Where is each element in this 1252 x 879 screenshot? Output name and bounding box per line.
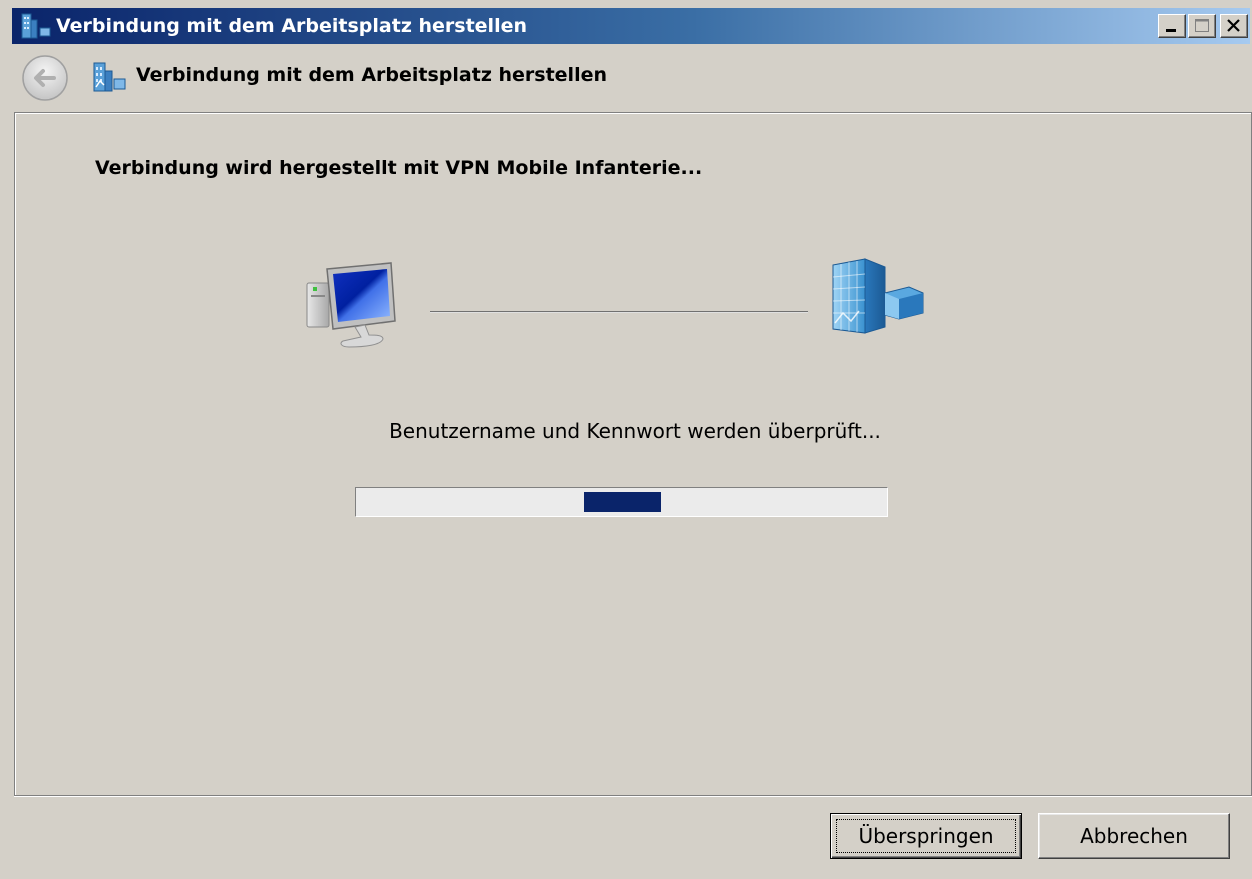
maximize-button[interactable] (1188, 14, 1216, 38)
close-icon (1227, 19, 1240, 32)
minimize-button[interactable] (1158, 14, 1186, 38)
workplace-connection-icon (21, 13, 51, 39)
wizard-title: Verbindung mit dem Arbeitsplatz herstell… (136, 64, 607, 86)
focus-rectangle (836, 819, 1016, 853)
status-heading: Verbindung wird hergestellt mit VPN Mobi… (95, 157, 703, 179)
connection-line (430, 311, 808, 313)
minimize-icon (1166, 29, 1176, 32)
office-building-icon (832, 258, 924, 334)
close-button[interactable] (1220, 14, 1248, 38)
computer-icon (306, 262, 396, 348)
back-arrow-icon[interactable] (20, 53, 70, 103)
workplace-connection-icon (93, 62, 126, 92)
content-panel: Verbindung wird hergestellt mit VPN Mobi… (14, 112, 1252, 796)
wizard-header: Verbindung mit dem Arbeitsplatz herstell… (12, 44, 1250, 112)
dialog-window: Verbindung mit dem Arbeitsplatz herstell… (0, 0, 1252, 879)
title-bar[interactable]: Verbindung mit dem Arbeitsplatz herstell… (12, 8, 1250, 44)
button-bar: Überspringen Abbrechen (12, 797, 1250, 877)
skip-button[interactable]: Überspringen (830, 813, 1022, 859)
maximize-icon (1195, 19, 1209, 32)
progress-status-text: Benutzername und Kennwort werden überprü… (389, 419, 881, 443)
cancel-button-label: Abbrechen (1080, 824, 1188, 848)
progress-bar (355, 487, 888, 517)
progress-bar-chunk (584, 492, 661, 512)
window-title: Verbindung mit dem Arbeitsplatz herstell… (56, 15, 527, 37)
cancel-button[interactable]: Abbrechen (1038, 813, 1230, 859)
